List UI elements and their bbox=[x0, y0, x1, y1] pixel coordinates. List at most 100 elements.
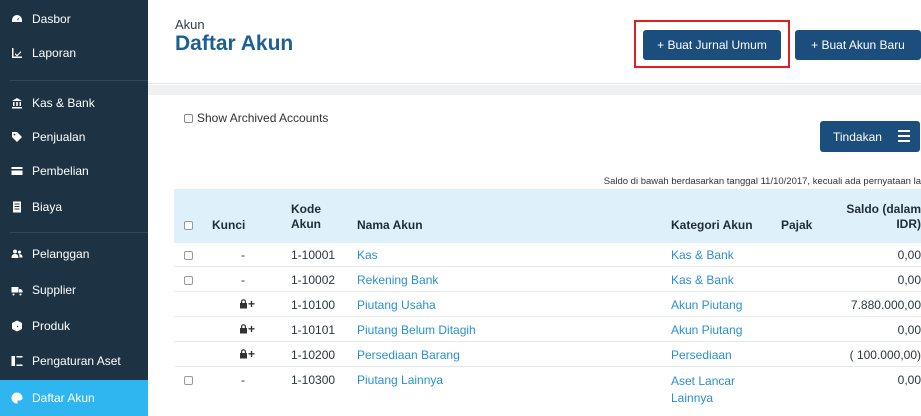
column-header-lock: Kunci bbox=[212, 218, 246, 232]
row-category-link[interactable]: Kas & Bank bbox=[671, 248, 734, 262]
column-header-category[interactable]: Kategori Akun bbox=[671, 218, 753, 233]
column-header-code-line2: Akun bbox=[291, 217, 321, 231]
row-code: 1-10300 bbox=[291, 373, 336, 387]
row-checkbox[interactable] bbox=[184, 376, 193, 385]
dashboard-icon bbox=[10, 12, 24, 26]
card-icon bbox=[10, 164, 24, 178]
chart-icon bbox=[10, 46, 24, 60]
row-category-link[interactable]: Aset Lancar Lainnya bbox=[671, 373, 735, 407]
row-category-line2: Lainnya bbox=[671, 391, 714, 405]
main-content: Akun Daftar Akun + Buat Jurnal Umum + Bu… bbox=[148, 0, 921, 416]
show-archived-toggle[interactable]: Show Archived Accounts bbox=[184, 111, 328, 125]
palette-icon bbox=[10, 391, 24, 405]
sidebar-item-label: Daftar Akun bbox=[32, 391, 95, 405]
add-icon[interactable]: + bbox=[248, 347, 255, 361]
truck-icon bbox=[10, 283, 24, 297]
row-balance: ( 100.000,00) bbox=[849, 348, 921, 362]
row-checkbox[interactable] bbox=[184, 251, 193, 260]
row-category-link[interactable]: Kas & Bank bbox=[671, 273, 734, 287]
sidebar-item-pembelian[interactable]: Pembelian bbox=[0, 160, 148, 182]
add-icon[interactable]: + bbox=[248, 322, 255, 336]
sidebar-item-pengaturan-aset[interactable]: Pengaturan Aset bbox=[0, 350, 148, 372]
add-icon[interactable]: + bbox=[248, 297, 255, 311]
sidebar-item-label: Laporan bbox=[32, 46, 77, 60]
row-account-name-link[interactable]: Piutang Lainnya bbox=[357, 373, 443, 387]
show-archived-label: Show Archived Accounts bbox=[197, 111, 329, 125]
box-icon bbox=[10, 319, 24, 333]
sidebar-item-label: Dasbor bbox=[32, 12, 71, 26]
section-divider bbox=[148, 85, 921, 95]
table-row[interactable]: - 1-10300 Piutang Lainnya Aset Lancar Lai… bbox=[174, 368, 921, 416]
column-header-code-line1: Kode bbox=[291, 202, 321, 216]
sidebar-item-label: Pembelian bbox=[32, 164, 89, 178]
row-account-name-link[interactable]: Rekening Bank bbox=[357, 273, 438, 287]
table-row[interactable]: + 1-10101 Piutang Belum Ditagih Akun Piu… bbox=[174, 318, 921, 342]
row-account-name-link[interactable]: Persediaan Barang bbox=[357, 348, 460, 362]
row-checkbox[interactable] bbox=[184, 276, 193, 285]
bank-icon bbox=[10, 96, 24, 110]
page-title: Daftar Akun bbox=[175, 32, 294, 55]
tag-icon bbox=[10, 130, 24, 144]
users-icon bbox=[10, 247, 24, 261]
table-header: Kunci Kode Akun Nama Akun Kategori Akun P… bbox=[174, 189, 921, 243]
row-lock: - bbox=[241, 248, 245, 262]
lock-icon bbox=[240, 349, 247, 359]
sidebar-item-supplier[interactable]: Supplier bbox=[0, 279, 148, 301]
table-row[interactable]: + 1-10200 Persediaan Barang Persediaan (… bbox=[174, 343, 921, 367]
sidebar-item-biaya[interactable]: Biaya bbox=[0, 196, 148, 218]
row-code: 1-10001 bbox=[291, 248, 336, 262]
sidebar-item-label: Pelanggan bbox=[32, 247, 90, 261]
actions-button[interactable]: Tindakan bbox=[820, 121, 920, 152]
balance-note: Saldo di bawah berdasarkan tanggal 11/10… bbox=[603, 176, 921, 187]
row-balance: 0,00 bbox=[897, 323, 921, 337]
sidebar-item-pelanggan[interactable]: Pelanggan bbox=[0, 243, 148, 265]
row-category-link[interactable]: Akun Piutang bbox=[671, 298, 742, 312]
sidebar-item-label: Produk bbox=[32, 319, 71, 333]
column-header-balance-line1: Saldo (dalam bbox=[846, 202, 921, 216]
column-header-code[interactable]: Kode Akun bbox=[291, 202, 321, 232]
row-category-link[interactable]: Akun Piutang bbox=[671, 323, 742, 337]
row-balance: 0,00 bbox=[897, 273, 921, 287]
row-account-name-link[interactable]: Piutang Usaha bbox=[357, 298, 436, 312]
row-code: 1-10200 bbox=[291, 348, 336, 362]
row-code: 1-10100 bbox=[291, 298, 336, 312]
column-header-balance[interactable]: Saldo (dalam IDR) bbox=[846, 202, 921, 232]
sidebar-item-penjualan[interactable]: Penjualan bbox=[0, 126, 148, 148]
sidebar-divider bbox=[10, 232, 148, 233]
table-row[interactable]: + 1-10100 Piutang Usaha Akun Piutang 7.8… bbox=[174, 293, 921, 317]
menu-icon bbox=[898, 130, 910, 142]
sidebar-item-laporan[interactable]: Laporan bbox=[0, 42, 148, 64]
sidebar-item-dasbor[interactable]: Dasbor bbox=[0, 8, 148, 30]
page-header: Akun Daftar Akun + Buat Jurnal Umum + Bu… bbox=[148, 0, 921, 84]
table-row[interactable]: - 1-10001 Kas Kas & Bank 0,00 bbox=[174, 243, 921, 267]
sidebar-item-kas-bank[interactable]: Kas & Bank bbox=[0, 92, 148, 114]
row-code: 1-10002 bbox=[291, 273, 336, 287]
row-balance: 0,00 bbox=[897, 373, 921, 387]
row-account-name-link[interactable]: Kas bbox=[357, 248, 378, 262]
row-account-name-link[interactable]: Piutang Belum Ditagih bbox=[357, 323, 476, 337]
create-account-button[interactable]: + Buat Akun Baru bbox=[795, 30, 921, 60]
row-lock: + bbox=[239, 297, 255, 311]
sidebar-item-produk[interactable]: Produk bbox=[0, 315, 148, 337]
sidebar-item-label: Biaya bbox=[32, 200, 63, 214]
column-header-balance-line2: IDR) bbox=[896, 217, 921, 231]
row-lock: - bbox=[241, 373, 245, 387]
sidebar-item-label: Pengaturan Aset bbox=[32, 354, 121, 368]
sidebar-item-label: Penjualan bbox=[32, 130, 86, 144]
row-balance: 7.880.000,00 bbox=[850, 298, 921, 312]
breadcrumb[interactable]: Akun bbox=[175, 17, 205, 32]
create-journal-button[interactable]: + Buat Jurnal Umum bbox=[643, 30, 781, 60]
show-archived-checkbox[interactable] bbox=[184, 113, 193, 123]
row-code: 1-10101 bbox=[291, 323, 336, 337]
table-row[interactable]: - 1-10002 Rekening Bank Kas & Bank 0,00 bbox=[174, 268, 921, 292]
sidebar: Dasbor Laporan Kas & Bank Penjualan Pemb… bbox=[0, 0, 148, 416]
row-category-link[interactable]: Persediaan bbox=[671, 348, 732, 362]
select-all-checkbox[interactable] bbox=[184, 221, 193, 230]
sidebar-item-daftar-akun[interactable]: Daftar Akun bbox=[0, 380, 148, 416]
column-header-name[interactable]: Nama Akun bbox=[357, 218, 423, 233]
actions-button-label: Tindakan bbox=[833, 129, 882, 144]
asset-icon bbox=[10, 354, 24, 368]
lock-icon bbox=[240, 324, 247, 334]
row-category-line1: Aset Lancar bbox=[671, 374, 736, 388]
sidebar-divider bbox=[10, 80, 148, 81]
